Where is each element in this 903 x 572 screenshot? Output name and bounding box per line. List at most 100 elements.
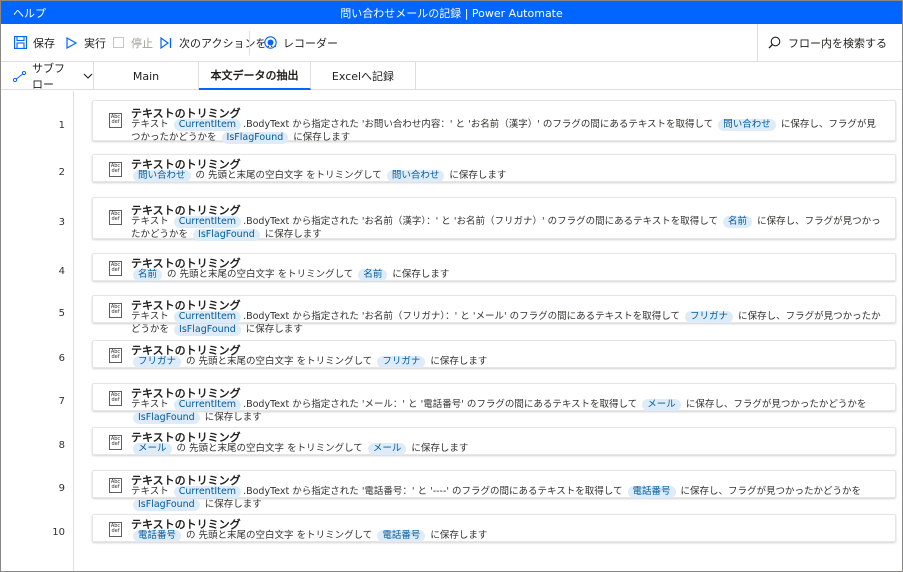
line-number-gutter xyxy=(1,91,74,571)
description-text: の 先頭と末尾の空白文字 をトリミングして xyxy=(192,170,385,181)
description-text: テキスト xyxy=(131,311,172,322)
action-description: 問い合わせ の 先頭と末尾の空白文字 をトリミングして 問い合わせ に保存します xyxy=(131,169,883,182)
variable-chip[interactable]: 名前 xyxy=(133,269,163,281)
variable-chip[interactable]: CurrentItem xyxy=(173,399,242,411)
action-card[interactable]: Abc def テキストのトリミング メール の 先頭と末尾の空白文字 をトリミングし… xyxy=(92,427,896,455)
line-number: 3 xyxy=(58,217,65,228)
variable-chip[interactable]: フリガナ xyxy=(377,356,426,368)
description-text: テキスト xyxy=(131,119,172,130)
stop-button[interactable]: 停止 xyxy=(111,24,153,61)
action-card[interactable]: Abc def テキストのトリミング テキスト CurrentItem .BodyTex… xyxy=(92,295,896,336)
description-text: に保存します xyxy=(201,499,262,510)
search-in-flow-button[interactable]: フロー内を検索する xyxy=(757,24,887,61)
variable-chip[interactable]: 問い合わせ xyxy=(386,170,445,182)
action-card[interactable]: Abc def テキストのトリミング フリガナ の 先頭と末尾の空白文字 をトリミング… xyxy=(92,340,896,368)
subflow-dropdown[interactable]: サブフロー xyxy=(1,62,94,91)
action-description: 名前 の 先頭と末尾の空白文字 をトリミングして 名前 に保存します xyxy=(131,268,883,281)
text-trim-icon: Abc def xyxy=(109,522,122,537)
toolbar-divider xyxy=(249,31,250,55)
save-button[interactable]: 保存 xyxy=(13,24,55,61)
action-description: テキスト CurrentItem .BodyText から指定された 'メール：'… xyxy=(131,398,883,424)
action-description: テキスト CurrentItem .BodyText から指定された '電話番号：… xyxy=(131,485,883,511)
subflow-tab-bar: サブフロー Main 本文データの抽出 Excelへ記録 xyxy=(1,62,902,91)
description-text: テキスト xyxy=(131,486,172,497)
description-text: .BodyText から指定された 'メール：' と '電話番号' のフラグの間… xyxy=(243,399,641,410)
variable-chip[interactable]: IsFlagFound xyxy=(174,324,241,336)
description-text: に保存します xyxy=(201,412,262,423)
subflow-icon xyxy=(13,70,26,82)
description-text: の 先頭と末尾の空白文字 をトリミングして xyxy=(183,356,376,367)
run-button[interactable]: 実行 xyxy=(64,24,106,61)
toolbar: 保存 実行 停止 次のアクションを... レコーダー フロー内を検索する xyxy=(1,24,902,62)
variable-chip[interactable]: CurrentItem xyxy=(173,216,242,228)
variable-chip[interactable]: IsFlagFound xyxy=(193,229,260,241)
action-description: テキスト CurrentItem .BodyText から指定された 'お名前（フ… xyxy=(131,310,883,336)
variable-chip[interactable]: 電話番号 xyxy=(627,486,676,498)
line-number: 10 xyxy=(52,527,65,538)
variable-chip[interactable]: 問い合わせ xyxy=(133,170,191,182)
variable-chip[interactable]: 電話番号 xyxy=(377,530,426,542)
variable-chip[interactable]: 名前 xyxy=(358,269,388,281)
tab-main[interactable]: Main xyxy=(94,62,199,90)
description-text: に保存します xyxy=(427,356,488,367)
line-number: 6 xyxy=(58,353,65,364)
description-text: に保存します xyxy=(427,530,488,541)
tab-extract-body[interactable]: 本文データの抽出 xyxy=(199,62,311,90)
variable-chip[interactable]: フリガナ xyxy=(133,356,182,368)
text-trim-icon: Abc def xyxy=(109,478,122,493)
variable-chip[interactable]: メール xyxy=(367,443,407,455)
action-card[interactable]: Abc def テキストのトリミング テキスト CurrentItem .BodyTex… xyxy=(92,470,896,511)
description-text: に保存し、フラグが見つかったかどうかを xyxy=(682,399,867,410)
action-card[interactable]: Abc def テキストのトリミング 電話番号 の 先頭と末尾の空白文字 をトリミング… xyxy=(92,514,896,542)
description-text: に保存します xyxy=(446,170,507,181)
text-trim-icon: Abc def xyxy=(109,303,122,318)
variable-chip[interactable]: IsFlagFound xyxy=(133,412,200,424)
description-text: テキスト xyxy=(131,399,172,410)
description-text: .BodyText から指定された 'お名前（フリガナ）：' と 'メール' の… xyxy=(243,311,684,322)
action-card[interactable]: Abc def テキストのトリミング 問い合わせ の 先頭と末尾の空白文字 をトリミン… xyxy=(92,154,896,182)
tab-excel-record[interactable]: Excelへ記録 xyxy=(311,62,416,90)
line-number: 4 xyxy=(58,266,65,277)
variable-chip[interactable]: 名前 xyxy=(723,216,753,228)
line-number: 9 xyxy=(58,483,65,494)
step-icon xyxy=(159,36,173,50)
save-icon xyxy=(13,36,27,50)
save-label: 保存 xyxy=(33,36,55,50)
action-card[interactable]: Abc def テキストのトリミング テキスト CurrentItem .BodyTex… xyxy=(92,100,896,144)
search-label: フロー内を検索する xyxy=(788,36,887,50)
action-card[interactable]: Abc def テキストのトリミング テキスト CurrentItem .BodyTex… xyxy=(92,383,896,424)
variable-chip[interactable]: メール xyxy=(642,399,681,411)
variable-chip[interactable]: CurrentItem xyxy=(173,311,242,323)
description-text: テキスト xyxy=(131,216,172,227)
description-text: に保存します xyxy=(290,132,351,143)
line-number: 5 xyxy=(58,308,65,319)
action-card[interactable]: Abc def テキストのトリミング 名前 の 先頭と末尾の空白文字 をトリミングして… xyxy=(92,253,896,281)
description-text: .BodyText から指定された 'お名前（漢字）：' と 'お名前（フリガナ… xyxy=(243,216,722,227)
title-bar: ヘルプ 問い合わせメールの記録 | Power Automate xyxy=(1,1,902,24)
variable-chip[interactable]: CurrentItem xyxy=(173,486,242,498)
description-text: の 先頭と末尾の空白文字 をトリミングして xyxy=(183,530,376,541)
text-trim-icon: Abc def xyxy=(109,261,122,276)
line-number: 1 xyxy=(58,120,65,131)
variable-chip[interactable]: IsFlagFound xyxy=(133,499,200,511)
variable-chip[interactable]: メール xyxy=(133,443,172,455)
description-text: に保存し、フラグが見つかったかどうかを xyxy=(677,486,862,497)
description-text: の 先頭と末尾の空白文字 をトリミングして xyxy=(164,269,357,280)
description-text: に保存します xyxy=(389,269,450,280)
action-description: フリガナ の 先頭と末尾の空白文字 をトリミングして フリガナ に保存します xyxy=(131,355,883,368)
text-trim-icon: Abc def xyxy=(109,391,122,406)
variable-chip[interactable]: 電話番号 xyxy=(133,530,182,542)
text-trim-icon: Abc def xyxy=(109,210,122,225)
action-card[interactable]: Abc def テキストのトリミング テキスト CurrentItem .BodyTex… xyxy=(92,197,896,241)
recorder-button[interactable]: レコーダー xyxy=(263,24,338,61)
text-trim-icon: Abc def xyxy=(109,113,122,128)
action-description: テキスト CurrentItem .BodyText から指定された 'お名前（漢… xyxy=(131,215,883,241)
variable-chip[interactable]: IsFlagFound xyxy=(221,132,289,144)
description-text: の 先頭と末尾の空白文字 をトリミングして xyxy=(173,443,366,454)
variable-chip[interactable]: CurrentItem xyxy=(173,119,242,131)
variable-chip[interactable]: フリガナ xyxy=(685,311,734,323)
stop-label: 停止 xyxy=(131,36,153,50)
next-action-button[interactable]: 次のアクションを... xyxy=(159,24,277,61)
variable-chip[interactable]: 問い合わせ xyxy=(718,119,776,131)
description-text: に保存します xyxy=(408,443,469,454)
